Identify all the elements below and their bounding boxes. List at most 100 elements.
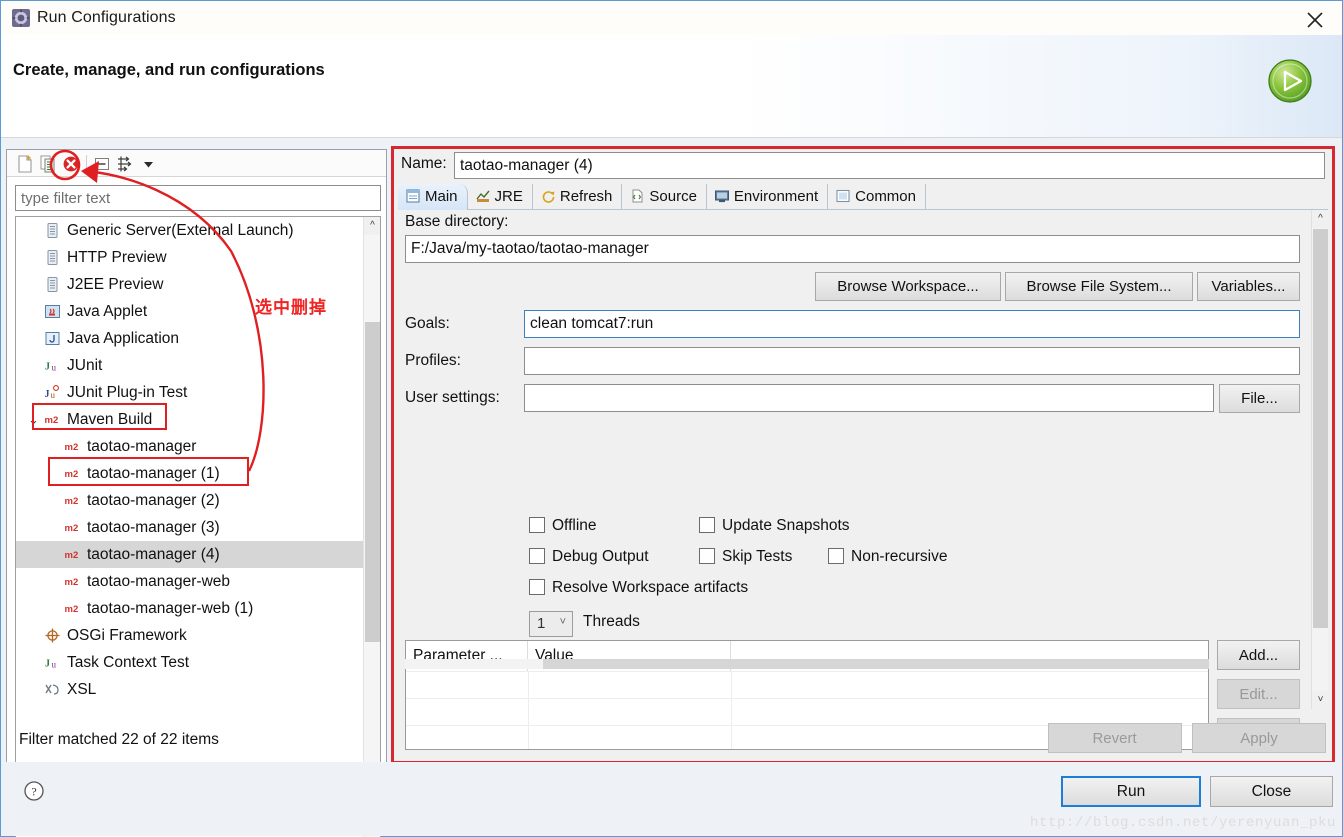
checkbox-offline[interactable]: Offline xyxy=(529,517,597,535)
name-label: Name: xyxy=(401,155,447,172)
tree-item-http-preview[interactable]: HTTP Preview xyxy=(16,244,363,271)
tree-item-taotao-manager[interactable]: m2 taotao-manager xyxy=(16,433,363,460)
scroll-up-arrow-icon[interactable]: ^ xyxy=(1312,210,1329,228)
checkbox-box[interactable] xyxy=(529,548,545,564)
checkbox-box[interactable] xyxy=(529,517,545,533)
checkbox-non-recursive[interactable]: Non-recursive xyxy=(828,548,947,566)
checkbox-box[interactable] xyxy=(529,579,545,595)
base-directory-input[interactable] xyxy=(405,235,1300,263)
revert-button: Revert xyxy=(1047,723,1182,753)
tab-environment[interactable]: Environment xyxy=(707,184,829,210)
tab-main[interactable]: Main xyxy=(398,184,468,210)
delete-red-x-icon[interactable] xyxy=(61,154,81,174)
tree-scrollbar-thumb[interactable] xyxy=(365,322,380,642)
run-button[interactable]: Run xyxy=(1061,776,1201,807)
run-config-icon xyxy=(12,9,30,27)
file-button[interactable]: File... xyxy=(1219,384,1300,413)
refresh-tab-icon xyxy=(540,187,556,203)
svg-text:m2: m2 xyxy=(65,577,79,588)
svg-text:J: J xyxy=(45,362,50,373)
goals-input[interactable] xyxy=(524,310,1300,338)
svg-text:u: u xyxy=(51,390,56,400)
duplicate-icon[interactable] xyxy=(38,154,58,174)
goals-label: Goals: xyxy=(405,315,450,332)
source-tab-icon xyxy=(629,187,645,203)
checkbox-update-snapshots[interactable]: Update Snapshots xyxy=(699,517,850,535)
checkbox-box[interactable] xyxy=(699,517,715,533)
checkbox-resolve-workspace-artifacts[interactable]: Resolve Workspace artifacts xyxy=(529,579,748,597)
m2-icon: m2 xyxy=(64,572,81,589)
add-button[interactable]: Add... xyxy=(1217,640,1300,670)
osgi-icon xyxy=(44,626,61,643)
watermark-text: http://blog.csdn.net/yerenyuan_pku xyxy=(1029,815,1336,831)
tree-item-task-context-test[interactable]: Ju Task Context Test xyxy=(16,649,363,676)
tree-item-osgi-framework[interactable]: OSGi Framework xyxy=(16,622,363,649)
tree-item-label: XSL xyxy=(67,681,97,698)
checkbox-box[interactable] xyxy=(699,548,715,564)
tree-item-taotao-manager-3[interactable]: m2 taotao-manager (3) xyxy=(16,514,363,541)
m2-icon: m2 xyxy=(64,599,81,616)
horizontal-scrollbar[interactable] xyxy=(405,659,1209,669)
tree-item-label: taotao-manager (3) xyxy=(87,519,220,536)
tree-item-maven-build[interactable]: ⌄ m2 Maven Build xyxy=(16,406,363,433)
tree-item-taotao-manager-1[interactable]: m2 taotao-manager (1) xyxy=(16,460,363,487)
revert-apply-group: Revert Apply xyxy=(1047,723,1326,753)
tree-item-junit[interactable]: Ju JUnit xyxy=(16,352,363,379)
checkbox-label: Resolve Workspace artifacts xyxy=(552,579,749,596)
tree-item-junit-plug-in-test[interactable]: Ju JUnit Plug-in Test xyxy=(16,379,363,406)
form-scrollbar[interactable]: ^ ˅ xyxy=(1311,210,1329,709)
tab-label: Common xyxy=(855,188,916,205)
svg-text:m2: m2 xyxy=(65,604,79,615)
tree-item-taotao-manager-2[interactable]: m2 taotao-manager (2) xyxy=(16,487,363,514)
profiles-input[interactable] xyxy=(524,347,1300,375)
close-button[interactable]: Close xyxy=(1210,776,1333,807)
svg-text:m2: m2 xyxy=(65,550,79,561)
svg-text:?: ? xyxy=(31,785,36,799)
tree-item-xsl[interactable]: XSL xyxy=(16,676,363,703)
horizontal-scrollbar-thumb[interactable] xyxy=(543,659,1209,669)
java-applet-icon xyxy=(44,302,61,319)
user-settings-input[interactable] xyxy=(524,384,1214,412)
tree-item-taotao-manager-web-1[interactable]: m2 taotao-manager-web (1) xyxy=(16,595,363,622)
tab-common[interactable]: Common xyxy=(828,184,926,210)
browse-workspace-button[interactable]: Browse Workspace... xyxy=(815,272,1001,301)
tree-expand-twisty[interactable]: ⌄ xyxy=(28,406,42,433)
tree-item-generic-server-external-launch[interactable]: Generic Server(External Launch) xyxy=(16,217,363,244)
m2-icon: m2 xyxy=(64,518,81,535)
scroll-up-arrow-icon[interactable]: ^ xyxy=(364,217,380,235)
help-question-icon[interactable]: ? xyxy=(23,780,45,802)
tab-refresh[interactable]: Refresh xyxy=(533,184,623,210)
base-directory-label: Base directory: xyxy=(405,213,509,230)
profiles-label: Profiles: xyxy=(405,352,461,369)
name-input[interactable] xyxy=(454,152,1325,179)
checkbox-skip-tests[interactable]: Skip Tests xyxy=(699,548,792,566)
tab-jre[interactable]: JRE xyxy=(468,184,533,210)
new-document-icon[interactable] xyxy=(15,154,35,174)
close-icon[interactable] xyxy=(1302,7,1328,33)
tree-item-label: JUnit xyxy=(67,357,103,374)
variables-button[interactable]: Variables... xyxy=(1197,272,1300,301)
svg-text:u: u xyxy=(52,660,57,670)
collapse-all-icon[interactable] xyxy=(92,154,112,174)
svg-text:J: J xyxy=(45,659,50,670)
checkbox-debug-output[interactable]: Debug Output xyxy=(529,548,649,566)
checkbox-label: Skip Tests xyxy=(722,548,793,565)
filter-arrows-icon[interactable] xyxy=(115,154,135,174)
tree-item-java-application[interactable]: Java Application xyxy=(16,325,363,352)
checkbox-box[interactable] xyxy=(828,548,844,564)
chevron-down-icon[interactable] xyxy=(139,154,159,174)
filter-input[interactable] xyxy=(15,185,381,211)
window-title: Run Configurations xyxy=(37,9,176,26)
browse-file-system-button[interactable]: Browse File System... xyxy=(1005,272,1193,301)
configurations-tree-panel: Generic Server(External Launch) HTTP Prev… xyxy=(6,149,387,837)
scroll-down-arrow-icon[interactable]: ˅ xyxy=(1312,691,1329,709)
threads-label: Threads xyxy=(583,613,640,630)
tree-item-label: JUnit Plug-in Test xyxy=(67,384,188,401)
threads-select[interactable]: 1 ˅ xyxy=(529,611,573,637)
tree-item-taotao-manager-web[interactable]: m2 taotao-manager-web xyxy=(16,568,363,595)
threads-value: 1 xyxy=(537,615,546,632)
m2-icon: m2 xyxy=(64,437,81,454)
form-scrollbar-thumb[interactable] xyxy=(1313,229,1328,628)
tab-source[interactable]: Source xyxy=(622,184,707,210)
tree-item-taotao-manager-4[interactable]: m2 taotao-manager (4) xyxy=(16,541,363,568)
